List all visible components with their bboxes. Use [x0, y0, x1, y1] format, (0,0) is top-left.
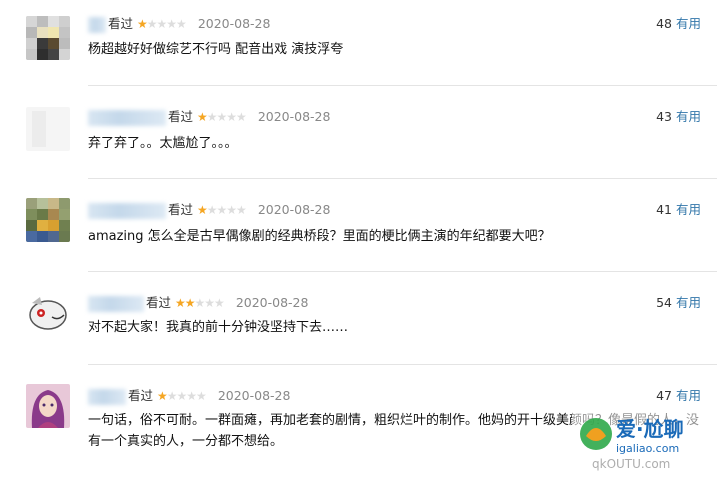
- vote-count: 43: [656, 109, 672, 124]
- username-blurred[interactable]: [88, 295, 144, 312]
- watch-status: 看过: [168, 202, 194, 217]
- username-blurred[interactable]: [88, 16, 106, 33]
- vote-count: 54: [656, 295, 672, 310]
- comment-item: 看过 ★★★★★ 2020-08-28 41 有用 amazing 怎么全是古早偶像剧…: [0, 186, 717, 278]
- vote-count: 47: [656, 388, 672, 403]
- rating-stars: ★★★★★: [137, 17, 187, 31]
- useful-vote: 41 有用: [656, 200, 701, 220]
- username-blurred[interactable]: [88, 202, 166, 219]
- watch-status: 看过: [108, 16, 134, 31]
- useful-vote: 47 有用: [656, 386, 701, 406]
- vote-count: 48: [656, 16, 672, 31]
- useful-button[interactable]: 有用: [676, 16, 701, 31]
- divider: [88, 364, 717, 365]
- useful-button[interactable]: 有用: [676, 202, 701, 217]
- comment-item: 看过 ★★★★★ 2020-08-28 48 有用 杨超越好好做综艺不行吗 配音出戏 …: [0, 0, 717, 92]
- comment-item: 看过 ★★★★★ 2020-08-28 47 有用 一句话，俗不可耐。一群面瘫，再加老…: [0, 372, 717, 464]
- rating-stars: ★★★★★: [175, 296, 225, 310]
- comment-item: 看过 ★★★★★ 2020-08-28 54 有用 对不起大家！我真的前十分钟没坚持下…: [0, 279, 717, 371]
- useful-button[interactable]: 有用: [676, 388, 701, 403]
- useful-button[interactable]: 有用: [676, 295, 701, 310]
- star-filled-icon: ★: [137, 17, 148, 31]
- useful-vote: 54 有用: [656, 293, 701, 313]
- user-avatar[interactable]: [26, 384, 70, 428]
- comment-item: 看过 ★★★★★ 2020-08-28 43 有用 弃了弃了。。太尴尬了。。。: [0, 93, 717, 185]
- comment-date: 2020-08-28: [235, 295, 309, 310]
- watch-status: 看过: [128, 388, 154, 403]
- star-empty-icon: ★★★★: [166, 389, 207, 403]
- divider: [88, 271, 717, 272]
- divider: [88, 178, 717, 179]
- comment-text: 弃了弃了。。太尴尬了。。。: [88, 136, 238, 151]
- star-filled-icon: ★: [157, 389, 168, 403]
- user-avatar[interactable]: [26, 16, 70, 60]
- comment-text: amazing 怎么全是古早偶像剧的经典桥段？里面的梗比俩主演的年纪都要大吧？: [88, 229, 551, 244]
- comment-meta: 看过 ★★★★★ 2020-08-28: [88, 293, 308, 313]
- watch-status: 看过: [146, 295, 172, 310]
- comment-text: 杨超越好好做综艺不行吗 配音出戏 演技浮夸: [88, 42, 344, 57]
- comment-text: 对不起大家！我真的前十分钟没坚持下去……: [88, 320, 349, 335]
- comment-meta: 看过 ★★★★★ 2020-08-28: [88, 107, 330, 127]
- star-filled-icon: ★★: [175, 296, 195, 310]
- star-filled-icon: ★: [197, 110, 208, 124]
- rating-stars: ★★★★★: [157, 389, 207, 403]
- star-empty-icon: ★★★★: [206, 110, 247, 124]
- rating-stars: ★★★★★: [197, 110, 247, 124]
- vote-count: 41: [656, 202, 672, 217]
- comment-date: 2020-08-28: [257, 202, 331, 217]
- username-blurred[interactable]: [88, 388, 126, 405]
- divider: [88, 85, 717, 86]
- star-empty-icon: ★★★: [194, 296, 225, 310]
- username-blurred[interactable]: [88, 109, 166, 126]
- comment-date: 2020-08-28: [257, 109, 331, 124]
- user-avatar[interactable]: [26, 107, 70, 151]
- useful-vote: 43 有用: [656, 107, 701, 127]
- comment-meta: 看过 ★★★★★ 2020-08-28: [88, 14, 270, 34]
- comment-meta: 看过 ★★★★★ 2020-08-28: [88, 386, 290, 406]
- comment-date: 2020-08-28: [197, 16, 271, 31]
- star-filled-icon: ★: [197, 203, 208, 217]
- star-empty-icon: ★★★★: [206, 203, 247, 217]
- star-empty-icon: ★★★★: [146, 17, 187, 31]
- useful-button[interactable]: 有用: [676, 109, 701, 124]
- rating-stars: ★★★★★: [197, 203, 247, 217]
- user-avatar[interactable]: [26, 291, 70, 335]
- comment-text: 一句话，俗不可耐。一群面瘫，再加老套的剧情，粗织烂叶的制作。他妈的开十级美颜吗？…: [88, 413, 700, 449]
- comment-date: 2020-08-28: [217, 388, 291, 403]
- user-avatar[interactable]: [26, 198, 70, 242]
- watch-status: 看过: [168, 109, 194, 124]
- useful-vote: 48 有用: [656, 14, 701, 34]
- comment-meta: 看过 ★★★★★ 2020-08-28: [88, 200, 330, 220]
